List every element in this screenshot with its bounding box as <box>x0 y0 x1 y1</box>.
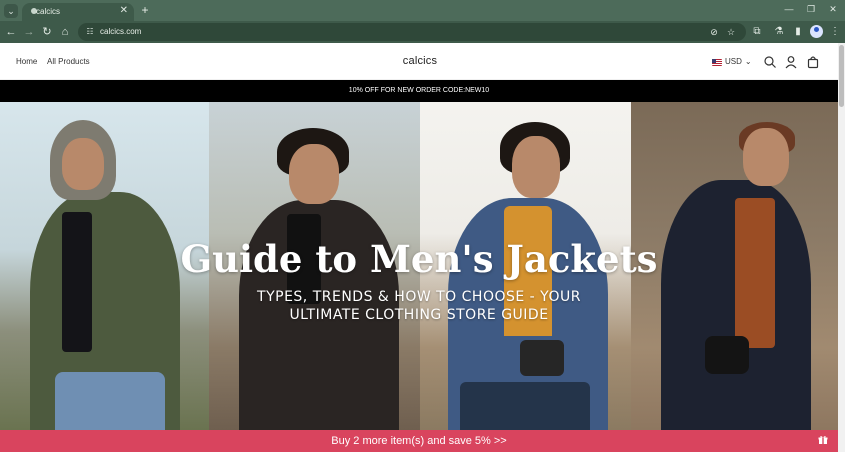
restore-button[interactable]: ❐ <box>801 2 821 16</box>
new-tab-button[interactable]: + <box>139 3 151 17</box>
bookmark-star-icon[interactable]: ☆ <box>724 26 738 38</box>
reload-icon[interactable]: ↻ <box>40 25 54 39</box>
browser-tab[interactable]: calcics ✕ <box>22 3 134 21</box>
scrollbar-thumb[interactable] <box>839 45 844 107</box>
browser-toolbar: ← → ↻ ⌂ ☷ calcics.com ⊘ ☆ ⧉ ⚗ ▮ ⋮ <box>0 21 845 43</box>
hero-subtitle: TYPES, TRENDS & HOW TO CHOOSE - YOUR ULT… <box>219 288 619 324</box>
account-icon[interactable] <box>784 55 798 69</box>
tab-search-icon[interactable]: ⌄ <box>4 4 18 18</box>
nav-link-all-products[interactable]: All Products <box>47 57 90 67</box>
hero-banner[interactable]: Guide to Men's Jackets TYPES, TRENDS & H… <box>0 102 838 430</box>
site-logo[interactable]: calcics <box>385 55 455 67</box>
menu-kebab-icon[interactable]: ⋮ <box>828 25 842 39</box>
us-flag-icon <box>712 58 722 66</box>
promo-bar[interactable]: Buy 2 more item(s) and save 5% >> <box>0 430 838 452</box>
lab-icon[interactable]: ⚗ <box>772 25 786 39</box>
browser-tab-bar: ⌄ calcics ✕ + — ❐ ✕ <box>0 0 845 21</box>
nav-link-home[interactable]: Home <box>16 57 37 67</box>
hero-subtitle-line-1: TYPES, TRENDS & HOW TO CHOOSE - YOUR <box>257 289 581 305</box>
back-icon[interactable]: ← <box>4 25 18 39</box>
currency-selector[interactable]: USD ⌄ <box>712 56 752 68</box>
cart-icon[interactable] <box>806 55 820 69</box>
url-text[interactable]: calcics.com <box>100 26 141 38</box>
gift-icon[interactable] <box>818 435 828 445</box>
currency-label: USD <box>725 57 742 66</box>
page-scrollbar[interactable] <box>838 43 845 452</box>
chevron-down-icon: ⌄ <box>744 57 752 66</box>
home-icon[interactable]: ⌂ <box>58 25 72 39</box>
eye-off-icon[interactable]: ⊘ <box>707 26 721 38</box>
hero-title: Guide to Men's Jackets <box>180 237 658 281</box>
tab-title: calcics <box>36 7 61 16</box>
promo-text[interactable]: Buy 2 more item(s) and save 5% >> <box>0 430 838 452</box>
extensions-icon[interactable]: ⧉ <box>750 25 764 39</box>
forward-icon[interactable]: → <box>22 25 36 39</box>
close-window-button[interactable]: ✕ <box>823 2 843 16</box>
hero-subtitle-line-2: ULTIMATE CLOTHING STORE GUIDE <box>289 307 549 323</box>
announcement-bar: 10% OFF FOR NEW ORDER CODE:NEW10 <box>0 80 838 102</box>
minimize-button[interactable]: — <box>779 2 799 16</box>
sidepanel-icon[interactable]: ▮ <box>791 25 805 39</box>
site-header: Home All Products calcics USD ⌄ <box>0 43 838 80</box>
search-icon[interactable] <box>763 55 777 69</box>
tab-close-icon[interactable]: ✕ <box>120 5 128 17</box>
profile-avatar-icon[interactable] <box>810 25 823 38</box>
site-info-icon[interactable]: ☷ <box>84 26 96 38</box>
address-bar[interactable]: ☷ calcics.com ⊘ ☆ <box>78 23 746 41</box>
